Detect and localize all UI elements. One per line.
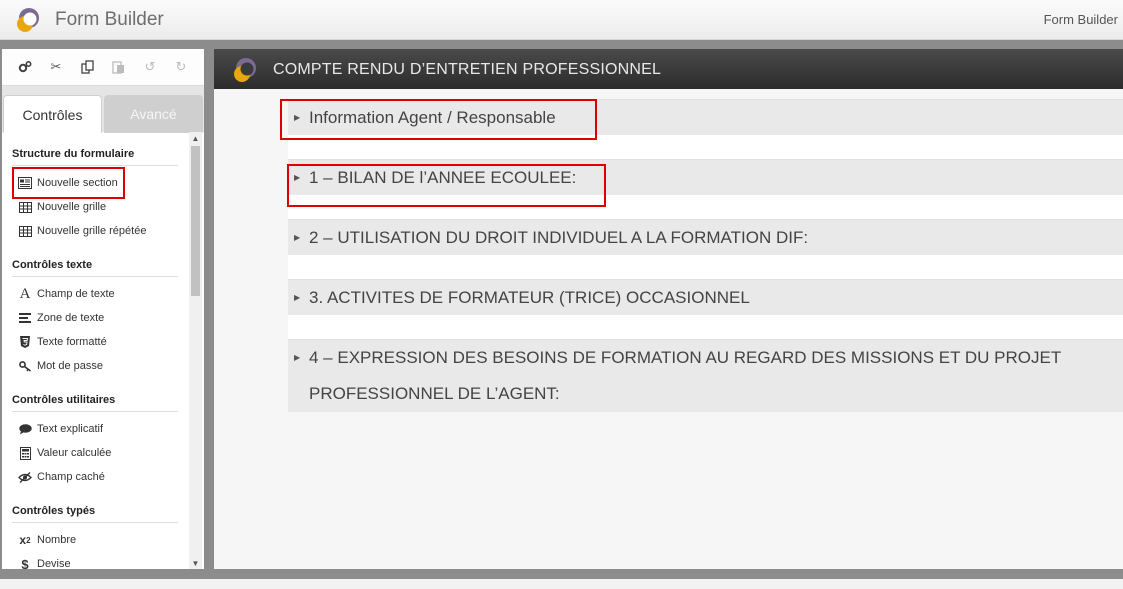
section-title-continued[interactable]: PROFESSIONNEL DE L’AGENT: <box>309 376 560 412</box>
form-title: COMPTE RENDU D’ENTRETIEN PROFESSIONNEL <box>273 61 662 78</box>
highlight-box <box>280 99 597 140</box>
control-password[interactable]: Mot de passe <box>18 356 103 376</box>
control-text-field[interactable]: A Champ de texte <box>18 284 115 304</box>
superscript-icon: x2 <box>19 533 31 547</box>
header-right-label: Form Builder <box>1043 12 1118 27</box>
app-title: Form Builder <box>55 9 164 30</box>
section-body <box>288 315 1123 339</box>
copy-icon[interactable] <box>80 60 94 74</box>
control-label: Mot de passe <box>37 360 104 372</box>
scroll-up-icon[interactable]: ▲ <box>189 132 202 144</box>
calculator-icon <box>18 446 32 460</box>
control-label: Nombre <box>37 534 77 546</box>
section-heading-typed: Contrôles typés <box>12 505 178 523</box>
scrollbar-thumb[interactable] <box>191 146 200 296</box>
controls-scrollbar[interactable]: ▲ ▼ <box>189 132 202 569</box>
redo-icon[interactable]: ↻ <box>174 59 188 74</box>
form-section[interactable]: ▶ 2 – UTILISATION DU DROIT INDIVIDUEL A … <box>288 219 1123 255</box>
scroll-down-icon[interactable]: ▼ <box>189 557 202 569</box>
control-currency[interactable]: $ Devise <box>18 554 71 570</box>
control-formatted-text[interactable]: Texte formatté <box>18 332 107 352</box>
highlight-box <box>287 164 606 207</box>
section-heading-utility: Contrôles utilitaires <box>12 394 178 412</box>
section-title[interactable]: 3. ACTIVITES DE FORMATEUR (TRICE) OCCASI… <box>309 280 750 316</box>
text-lines-icon <box>18 311 32 325</box>
eye-slash-icon <box>18 470 32 484</box>
dollar-icon: $ <box>21 556 29 570</box>
control-hidden-field[interactable]: Champ caché <box>18 467 105 487</box>
section-heading-text: Contrôles texte <box>12 259 178 277</box>
tab-advanced[interactable]: Avancé <box>104 95 203 133</box>
caret-right-icon[interactable]: ▶ <box>294 293 300 302</box>
tab-controls[interactable]: Contrôles <box>3 95 102 133</box>
app-header: Form Builder Form Builder <box>0 0 1123 40</box>
control-number[interactable]: x2 Nombre <box>18 530 76 550</box>
control-label: Text explicatif <box>37 423 104 435</box>
cut-icon[interactable]: ✂ <box>49 59 63 74</box>
control-explanation-text[interactable]: Text explicatif <box>18 419 103 439</box>
caret-right-icon[interactable]: ▶ <box>294 233 300 242</box>
paste-icon[interactable] <box>111 60 125 74</box>
control-label: Nouvelle grille <box>37 201 107 213</box>
caret-right-icon[interactable]: ▶ <box>294 353 300 362</box>
form-logo-icon <box>234 58 256 82</box>
section-title[interactable]: 4 – EXPRESSION DES BESOINS DE FORMATION … <box>309 340 1061 376</box>
tabs-bar: Contrôles Avancé <box>2 86 204 133</box>
highlight-box <box>12 167 125 199</box>
html5-icon <box>18 335 32 349</box>
grid-icon <box>18 200 32 214</box>
control-label: Champ caché <box>37 471 105 483</box>
control-text-area[interactable]: Zone de texte <box>18 308 104 328</box>
settings-icon[interactable] <box>18 60 32 74</box>
section-heading-structure: Structure du formulaire <box>12 148 178 166</box>
control-calculated-value[interactable]: Valeur calculée <box>18 443 111 463</box>
key-icon <box>18 359 32 373</box>
controls-panel: ✂ ↺ ↻ Contrôles Avancé Structure du form… <box>2 49 204 569</box>
control-label: Valeur calculée <box>37 447 112 459</box>
control-new-repeated-grid[interactable]: Nouvelle grille répétée <box>18 221 146 241</box>
control-new-grid[interactable]: Nouvelle grille <box>18 197 106 217</box>
control-label: Devise <box>37 558 71 569</box>
letter-a-icon: A <box>19 285 31 302</box>
form-header: COMPTE RENDU D’ENTRETIEN PROFESSIONNEL <box>214 49 1123 89</box>
bottom-bar <box>0 579 1123 589</box>
speech-bubble-icon <box>18 422 32 436</box>
undo-icon[interactable]: ↺ <box>143 59 157 74</box>
repeated-grid-icon <box>18 224 32 238</box>
form-section[interactable]: ▶ 3. ACTIVITES DE FORMATEUR (TRICE) OCCA… <box>288 279 1123 315</box>
section-title[interactable]: 2 – UTILISATION DU DROIT INDIVIDUEL A LA… <box>309 220 808 256</box>
control-label: Nouvelle grille répétée <box>37 225 147 237</box>
form-section[interactable]: ▶ 4 – EXPRESSION DES BESOINS DE FORMATIO… <box>288 339 1123 412</box>
section-body <box>288 255 1123 279</box>
control-label: Texte formatté <box>37 336 107 348</box>
edit-toolbar: ✂ ↺ ↻ <box>2 49 204 86</box>
control-label: Zone de texte <box>37 312 105 324</box>
orbeon-logo-icon <box>17 8 39 32</box>
control-label: Champ de texte <box>37 288 115 300</box>
